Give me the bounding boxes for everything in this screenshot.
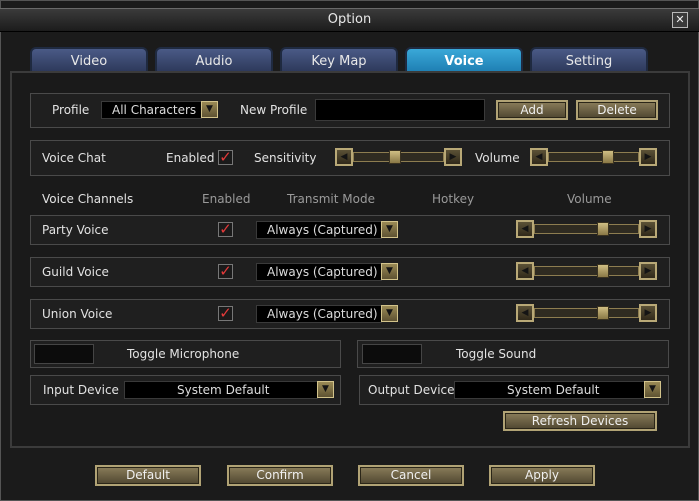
slider-track[interactable] bbox=[548, 152, 639, 162]
voice-channels-header: Voice Channels bbox=[42, 192, 134, 206]
window-title: Option bbox=[327, 12, 372, 27]
confirm-button[interactable]: Confirm bbox=[227, 465, 333, 486]
delete-button[interactable]: Delete bbox=[576, 100, 658, 120]
profile-select[interactable]: All Characters bbox=[101, 101, 202, 119]
slider-left-icon[interactable]: ◀ bbox=[530, 148, 548, 166]
slider-left-icon[interactable]: ◀ bbox=[516, 304, 534, 322]
toggle-microphone-label: Toggle Microphone bbox=[127, 347, 240, 361]
slider-track[interactable] bbox=[534, 308, 639, 318]
input-device-label: Input Device bbox=[43, 383, 119, 397]
channel-enabled-checkbox[interactable]: ✓ bbox=[218, 222, 233, 237]
slider-knob[interactable] bbox=[389, 150, 401, 164]
channel-volume-slider[interactable]: ◀ ▶ bbox=[516, 262, 657, 280]
channel-enabled-checkbox[interactable]: ✓ bbox=[218, 264, 233, 279]
slider-right-icon[interactable]: ▶ bbox=[639, 262, 657, 280]
voice-chat-enabled-checkbox[interactable]: ✓ bbox=[218, 150, 233, 165]
transmit-mode-dropdown-icon[interactable]: ▼ bbox=[381, 263, 398, 280]
transmit-mode-select[interactable]: Always (Captured) bbox=[256, 263, 382, 281]
transmit-mode-dropdown-icon[interactable]: ▼ bbox=[381, 221, 398, 238]
slider-knob[interactable] bbox=[597, 306, 609, 320]
output-device-dropdown-icon[interactable]: ▼ bbox=[644, 381, 661, 398]
channel-volume-slider[interactable]: ◀ ▶ bbox=[516, 220, 657, 238]
toggle-sound-key[interactable] bbox=[362, 344, 422, 364]
slider-left-icon[interactable]: ◀ bbox=[516, 262, 534, 280]
output-device-label: Output Device bbox=[368, 383, 455, 397]
slider-right-icon[interactable]: ▶ bbox=[639, 304, 657, 322]
sensitivity-slider[interactable]: ◀ ▶ bbox=[335, 148, 462, 166]
slider-track[interactable] bbox=[534, 266, 639, 276]
voice-chat-volume-slider[interactable]: ◀ ▶ bbox=[530, 148, 657, 166]
voice-chat-enabled-label: Enabled bbox=[166, 151, 215, 165]
slider-left-icon[interactable]: ◀ bbox=[335, 148, 353, 166]
profile-dropdown-icon[interactable]: ▼ bbox=[201, 101, 218, 118]
input-device-dropdown-icon[interactable]: ▼ bbox=[317, 381, 334, 398]
input-device-select[interactable]: System Default bbox=[124, 381, 318, 399]
channel-name: Guild Voice bbox=[42, 265, 109, 279]
add-button[interactable]: Add bbox=[496, 100, 568, 120]
output-device-select[interactable]: System Default bbox=[454, 381, 645, 399]
new-profile-input[interactable] bbox=[315, 99, 485, 121]
tab-key-map[interactable]: Key Map bbox=[280, 47, 398, 71]
apply-button[interactable]: Apply bbox=[489, 465, 595, 486]
tab-audio[interactable]: Audio bbox=[155, 47, 273, 71]
transmit-mode-column-header: Transmit Mode bbox=[287, 192, 375, 206]
toggle-sound-label: Toggle Sound bbox=[456, 347, 537, 361]
channel-enabled-checkbox[interactable]: ✓ bbox=[218, 306, 233, 321]
tab-setting[interactable]: Setting bbox=[530, 47, 648, 71]
cancel-button[interactable]: Cancel bbox=[358, 465, 464, 486]
voice-chat-label: Voice Chat bbox=[42, 151, 106, 165]
tab-video[interactable]: Video bbox=[30, 47, 148, 71]
tab-voice[interactable]: Voice bbox=[405, 47, 523, 71]
channel-name: Party Voice bbox=[42, 223, 109, 237]
volume-column-header: Volume bbox=[567, 192, 612, 206]
enabled-column-header: Enabled bbox=[202, 192, 251, 206]
profile-label: Profile bbox=[52, 103, 90, 117]
new-profile-label: New Profile bbox=[240, 103, 308, 117]
refresh-devices-button[interactable]: Refresh Devices bbox=[503, 411, 657, 431]
slider-right-icon[interactable]: ▶ bbox=[444, 148, 462, 166]
slider-left-icon[interactable]: ◀ bbox=[516, 220, 534, 238]
transmit-mode-select[interactable]: Always (Captured) bbox=[256, 221, 382, 239]
transmit-mode-select[interactable]: Always (Captured) bbox=[256, 305, 382, 323]
channel-volume-slider[interactable]: ◀ ▶ bbox=[516, 304, 657, 322]
slider-knob[interactable] bbox=[597, 264, 609, 278]
default-button[interactable]: Default bbox=[95, 465, 201, 486]
channel-name: Union Voice bbox=[42, 307, 113, 321]
slider-track[interactable] bbox=[534, 224, 639, 234]
slider-right-icon[interactable]: ▶ bbox=[639, 148, 657, 166]
hotkey-column-header: Hotkey bbox=[432, 192, 475, 206]
slider-knob[interactable] bbox=[602, 150, 614, 164]
volume-label: Volume bbox=[475, 151, 520, 165]
toggle-microphone-key[interactable] bbox=[34, 344, 94, 364]
slider-knob[interactable] bbox=[597, 222, 609, 236]
transmit-mode-dropdown-icon[interactable]: ▼ bbox=[381, 305, 398, 322]
close-icon[interactable]: ✕ bbox=[672, 12, 688, 28]
sensitivity-label: Sensitivity bbox=[254, 151, 317, 165]
slider-right-icon[interactable]: ▶ bbox=[639, 220, 657, 238]
